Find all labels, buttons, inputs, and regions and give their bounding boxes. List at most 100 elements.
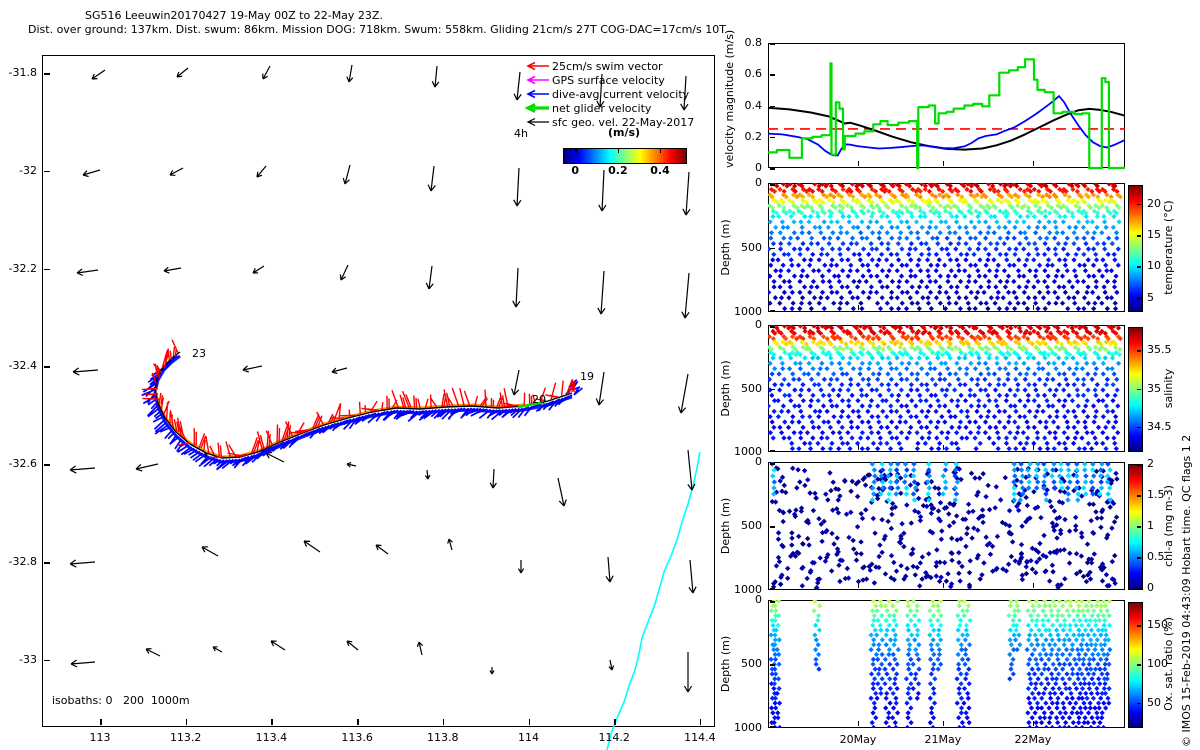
date-tick-mark [1032,583,1035,588]
colorbar-tick-mark [1137,203,1141,206]
map-x-tick-label: 114.2 [598,731,630,744]
legend-item-label: dive-avg current velocity [552,87,690,101]
colorbar-tick-label: 2 [1147,457,1154,470]
map-y-tick-mark [44,170,50,173]
legend-colorbar-title: (m/s) [607,126,641,139]
map-x-tick-mark [528,719,530,725]
colorbar-tick-label: 35 [1147,381,1161,395]
depth-panel-plot-temperature [768,183,1125,312]
velocity-date-tick-mark [1032,161,1035,166]
date-tick-mark [1032,445,1035,450]
colorbar-tick-mark [1137,235,1141,237]
colorbar-tick-mark [1137,557,1141,559]
depth-tick-mark [770,326,775,328]
velocity-y-tick-mark [770,136,775,139]
map-x-tick-mark [357,719,359,725]
velocity-y-tick-label: 0.2 [744,129,763,143]
legend-colorbar-tick-mark [617,149,620,153]
track-label: 20 [532,393,546,406]
legend-item: net glider velocity [522,101,694,115]
depth-tick-label: 0 [755,318,762,331]
colorbar-tick-mark [1137,526,1141,528]
map-x-tick-mark [442,719,445,725]
legend-item-label: 25cm/s swim vector [552,59,663,73]
colorbar-axis-label: temperature (°C) [1162,200,1175,295]
colorbar-tick-label: 10 [1147,259,1161,273]
velocity-y-tick-label: 0.4 [744,98,763,112]
colorbar-axis-label: salinity [1162,368,1175,409]
colorbar-axis-label: Ox. sat. ratio (%) [1162,617,1175,711]
depth-tick-mark [770,184,775,186]
depth-tick-label: 500 [741,240,762,254]
legend-item: GPS surface velocity [522,73,694,87]
date-tick-label: 21May [924,733,962,746]
map-y-tick-mark [44,562,50,564]
depth-tick-label: 0 [755,176,762,189]
colorbar-tick-label: 1 [1147,519,1154,532]
map-y-tick-mark [44,464,50,466]
legend-item-label: GPS surface velocity [552,73,665,87]
map-title-line2: Dist. over ground: 137km. Dist. swum: 86… [28,23,726,36]
velocity-y-tick-mark [770,43,775,45]
colorbar-tick-mark [1137,625,1141,627]
map-x-tick-label: 114 [518,731,539,744]
colorbar-axis-label: chl-a (mg m-3) [1162,485,1175,567]
legend-arrow-icon [526,75,549,85]
map-y-tick-label: -31.8 [8,66,37,79]
velocity-y-tick-mark [770,168,775,170]
map-x-tick-mark [271,719,273,725]
attribution-text: © IMOS 15-Feb-2019 04:43:09 Hobart time.… [1180,434,1193,747]
map-y-tick-mark [44,659,50,662]
colorbar-tick-mark [1137,350,1141,352]
map-y-tick-label: -32.8 [8,555,37,568]
velocity-y-tick-label: 0.6 [744,67,763,81]
legend-item: 25cm/s swim vector [522,59,694,73]
legend-arrow-icon [526,89,549,99]
colorbar-tick-label: 5 [1147,290,1154,304]
colorbar-tick-mark [1137,426,1141,429]
map-y-tick-label: -32 [19,163,37,177]
depth-axis-label: Depth (m) [719,497,732,555]
map-x-tick-label: 113.8 [427,731,459,744]
date-tick-mark [942,721,945,726]
map-y-tick-mark [44,268,50,271]
depth-tick-mark [770,664,775,666]
colorbar-tick-mark [1137,388,1141,390]
depth-tick-label: 0 [755,593,762,606]
depth-tick-mark [770,601,775,603]
legend-colorbar-tick-label: 0 [571,164,580,177]
legend-time-scale: 4h [514,127,528,140]
date-tick-mark [942,583,945,588]
map-y-tick-label: -32.4 [8,359,37,373]
depth-tick-mark [770,463,775,465]
date-tick-label: 22May [1014,733,1052,746]
track-label: 19 [580,370,594,383]
depth-tick-label: 500 [741,657,762,670]
date-tick-mark [857,445,860,450]
map-y-tick-label: -32.6 [8,457,37,471]
colorbar-tick-mark [1137,464,1141,466]
velocity-plot [767,58,1126,170]
colorbar-tick-mark [1137,664,1141,666]
map-legend: 25cm/s swim vector GPS surface velocity di… [522,59,694,129]
date-tick-mark [1032,721,1035,726]
depth-tick-mark [770,310,775,312]
depth-tick-label: 1000 [734,721,762,734]
date-tick-mark [857,721,860,726]
date-tick-mark [1032,305,1035,310]
colorbar-tick-label: 15 [1147,228,1161,241]
colorbar-tick-label: 20 [1147,196,1161,210]
date-tick-mark [942,305,945,310]
depth-panel-plot-oxygen [768,600,1125,728]
colorbar-tick-mark [1137,297,1141,299]
map-x-tick-label: 113.2 [169,731,202,744]
legend-item-label: net glider velocity [552,101,652,115]
depth-tick-mark [770,247,775,249]
legend-item: dive-avg current velocity [522,87,694,101]
colorbar-tick-mark [1137,702,1141,705]
colorbar-tick-label: 0 [1147,581,1154,594]
map-x-tick-mark [699,719,702,725]
depth-tick-label: 0 [755,455,762,468]
legend-colorbar-tick-label: 0.2 [608,164,628,177]
velocity-date-tick-mark [942,161,945,166]
